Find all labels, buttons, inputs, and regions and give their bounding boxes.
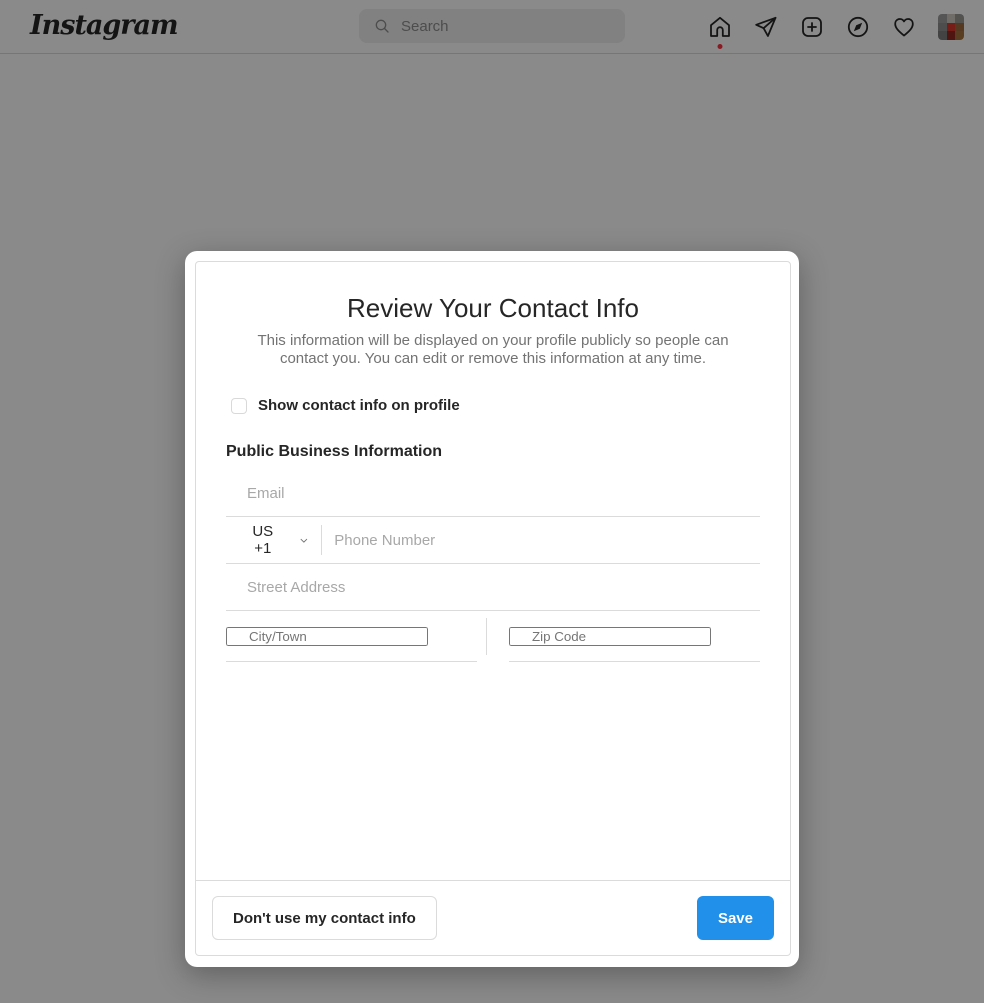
phone-field-row: US +1	[226, 517, 760, 564]
dont-use-contact-info-button[interactable]: Don't use my contact info	[212, 896, 437, 940]
city-field-cell	[226, 611, 477, 662]
phone-input[interactable]	[322, 517, 760, 563]
email-input[interactable]	[226, 470, 760, 516]
zip-field-cell	[509, 611, 760, 662]
modal-description: This information will be displayed on yo…	[237, 332, 749, 368]
modal-body: Review Your Contact Info This informatio…	[196, 262, 790, 880]
modal-footer: Don't use my contact info Save	[196, 880, 790, 955]
email-field-row	[226, 470, 760, 517]
checkbox-unchecked[interactable]	[231, 398, 247, 414]
street-field-row	[226, 564, 760, 611]
country-code-select[interactable]: US +1	[226, 517, 321, 563]
contact-info-modal: Review Your Contact Info This informatio…	[185, 251, 799, 967]
street-address-input[interactable]	[226, 564, 760, 610]
city-zip-divider	[486, 618, 487, 655]
contact-info-panel: Review Your Contact Info This informatio…	[195, 261, 791, 956]
chevron-down-icon	[299, 534, 309, 547]
modal-title: Review Your Contact Info	[196, 293, 790, 323]
save-button[interactable]: Save	[697, 896, 774, 940]
section-heading: Public Business Information	[226, 443, 760, 461]
checkbox-label: Show contact info on profile	[258, 397, 460, 414]
show-contact-checkbox-row[interactable]: Show contact info on profile	[231, 397, 760, 414]
form-fields: US +1	[226, 470, 760, 662]
city-input[interactable]	[226, 627, 428, 646]
country-code-value: US +1	[247, 523, 279, 557]
zip-input[interactable]	[509, 627, 711, 646]
city-zip-row	[226, 611, 760, 662]
